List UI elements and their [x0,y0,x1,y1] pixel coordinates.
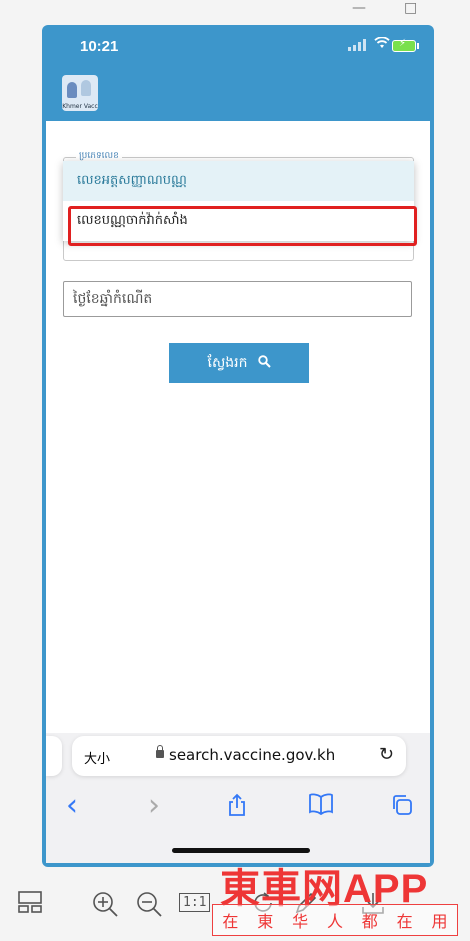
logo-text: Khmer Vacc [62,103,98,110]
watermark-char: 都 [361,912,378,931]
dob-input[interactable]: ថ្ងៃខែឆ្នាំកំណើត [63,281,412,317]
search-button-label: ស្វែងរក [207,354,248,371]
option-national-id[interactable]: លេខអត្តសញ្ញាណបណ្ណ [63,161,414,201]
watermark-char: 東 [257,912,274,931]
app-header: Khmer Vacc [46,75,430,121]
dob-placeholder: ថ្ងៃខែឆ្នាំកំណើត [73,290,153,307]
watermark-char: 华 [292,912,309,931]
share-icon[interactable] [226,793,248,823]
watermark-char: 用 [431,912,448,931]
status-time: 10:21 [80,38,119,55]
id-type-dropdown: លេខអត្តសញ្ញាណបណ្ណ លេខបណ្ណចាក់វ៉ាក់សាំង [63,161,414,241]
minimize-button[interactable]: — [352,0,366,16]
zoom-in-icon[interactable] [91,890,119,924]
battery-charging-icon: ⚡ [392,38,419,52]
text-size-button[interactable]: 大小 [84,748,110,767]
lock-icon [156,745,164,758]
search-icon [257,354,271,372]
url-text: search.vaccine.gov.kh [169,746,336,764]
safari-bottom-bar: 大小 search.vaccine.gov.kh ↻ ‹ › [46,733,430,863]
signal-icon [348,39,366,51]
phone-screen: 10:21 ⚡ Khmer Vacc ប្រភេទលេខ លេខអត្តសញ្ញ… [46,29,430,863]
layout-icon[interactable] [17,890,43,920]
actual-size-button[interactable]: 1:1 [179,893,211,912]
back-icon[interactable]: ‹ [66,788,78,823]
home-indicator [172,848,310,853]
watermark-char: 在 [396,912,413,931]
search-button[interactable]: ស្វែងរក [169,343,309,383]
app-logo[interactable]: Khmer Vacc [62,75,98,111]
wifi-icon [374,36,390,53]
option-vaccine-card[interactable]: លេខបណ្ណចាក់វ៉ាក់សាំង [63,201,414,241]
previous-tab-preview[interactable] [46,736,62,776]
zoom-out-icon[interactable] [135,890,163,924]
address-bar[interactable]: 大小 search.vaccine.gov.kh ↻ [72,736,406,776]
phone-frame: 10:21 ⚡ Khmer Vacc ប្រភេទលេខ លេខអត្តសញ្ញ… [42,25,434,867]
watermark-char: 在 [222,912,239,931]
forward-icon[interactable]: › [148,788,160,823]
watermark-char: 人 [326,912,343,931]
bookmarks-icon[interactable] [308,793,334,821]
maximize-button[interactable]: □ [404,0,417,16]
tabs-icon[interactable] [390,793,414,823]
status-bar: 10:21 ⚡ [46,29,430,75]
watermark-slogan: 在 東 华 人 都 在 用 [212,904,458,936]
reload-icon[interactable]: ↻ [379,744,394,765]
